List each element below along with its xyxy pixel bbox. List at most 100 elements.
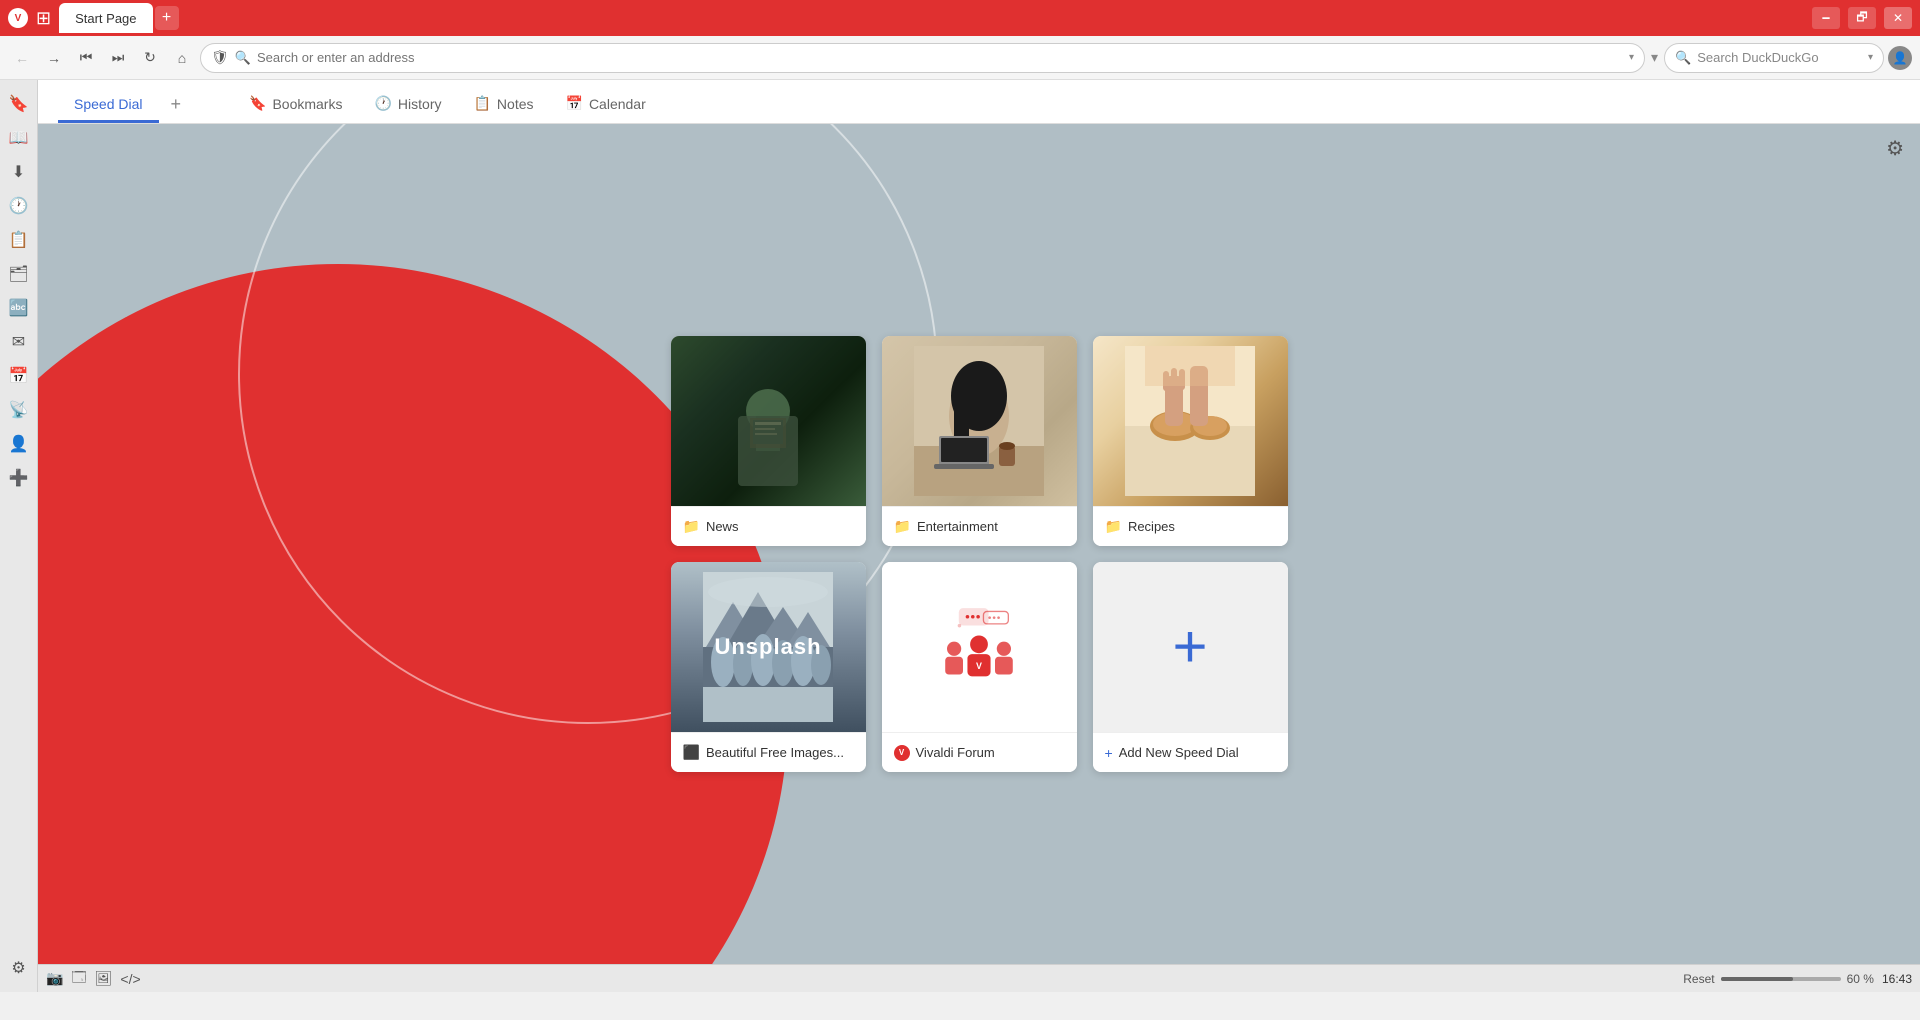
history-icon: 🕐 bbox=[374, 95, 391, 112]
unsplash-icon: ⬛ bbox=[683, 744, 700, 761]
zoom-slider[interactable] bbox=[1721, 977, 1841, 981]
search-dropdown-icon[interactable]: ▾ bbox=[1868, 52, 1873, 63]
recipes-folder-icon: 📁 bbox=[1105, 518, 1122, 535]
dial-card-news-image bbox=[671, 336, 866, 506]
tab-bar: Start Page + bbox=[59, 3, 1804, 33]
sidebar-item-downloads[interactable]: ⬇ bbox=[3, 156, 35, 188]
recipes-image-svg bbox=[1125, 346, 1255, 496]
status-window-icon[interactable]: 🗔 bbox=[71, 967, 86, 991]
dial-card-entertainment[interactable]: 📁 Entertainment bbox=[882, 336, 1077, 546]
tab-notes[interactable]: 📋 Notes bbox=[457, 87, 549, 123]
address-bar[interactable]: 🛡 🔍 ▾ bbox=[200, 43, 1645, 73]
dial-card-news[interactable]: 📁 News bbox=[671, 336, 866, 546]
dial-card-unsplash[interactable]: Unsplash ⬛ Beautiful Free Images... bbox=[671, 562, 866, 772]
close-button[interactable]: ✕ bbox=[1884, 7, 1912, 29]
speed-dial-tabs: Speed Dial + 🔖 Bookmarks 🕐 History 📋 Not… bbox=[38, 80, 1920, 124]
search-bar[interactable]: 🔍 Search DuckDuckGo ▾ bbox=[1664, 43, 1884, 73]
tab-history-label: History bbox=[398, 96, 442, 112]
sidebar-item-bookmarks[interactable]: 🔖 bbox=[3, 88, 35, 120]
sidebar: 🔖 📖 ⬇ 🕐 📋 🗂 🔤 ✉ 📅 📡 👤 ➕ ⚙ bbox=[0, 80, 38, 992]
tab-bookmarks-label: Bookmarks bbox=[272, 96, 342, 112]
sidebar-item-add[interactable]: ➕ bbox=[3, 462, 35, 494]
reset-label[interactable]: Reset bbox=[1683, 972, 1714, 986]
forward-button[interactable]: → bbox=[40, 44, 68, 72]
dial-card-recipes-label: 📁 Recipes bbox=[1093, 506, 1288, 546]
add-new-label-text: Add New Speed Dial bbox=[1119, 745, 1239, 760]
dial-card-news-label: 📁 News bbox=[671, 506, 866, 546]
status-image-icon[interactable]: 🖼 bbox=[95, 970, 113, 987]
entertainment-label-text: Entertainment bbox=[917, 519, 998, 534]
sidebar-item-calendar[interactable]: 📅 bbox=[3, 360, 35, 392]
tab-label: Start Page bbox=[75, 11, 136, 26]
sidebar-item-history[interactable]: 🕐 bbox=[3, 190, 35, 222]
unsplash-text: Unsplash bbox=[714, 634, 821, 659]
dial-card-add-new[interactable]: + + Add New Speed Dial bbox=[1093, 562, 1288, 772]
news-label-text: News bbox=[706, 519, 739, 534]
address-bar-extra-dropdown[interactable]: ▾ bbox=[1651, 49, 1658, 66]
sidebar-item-notes[interactable]: 📋 bbox=[3, 224, 35, 256]
add-new-label-icon: + bbox=[1105, 745, 1113, 761]
dial-card-entertainment-image bbox=[882, 336, 1077, 506]
dial-card-vivaldi-forum-image: V bbox=[882, 562, 1077, 732]
address-dropdown-icon[interactable]: ▾ bbox=[1629, 52, 1634, 63]
address-search-icon: 🔍 bbox=[235, 50, 251, 66]
tab-notes-label: Notes bbox=[497, 96, 534, 112]
navbar: ← → ⏮ ⏭ ↻ ⌂ 🛡 🔍 ▾ ▾ 🔍 Search DuckDuckGo … bbox=[0, 36, 1920, 80]
rewind-button[interactable]: ⏮ bbox=[72, 44, 100, 72]
sidebar-item-reading[interactable]: 📖 bbox=[3, 122, 35, 154]
status-code-icon[interactable]: </> bbox=[120, 971, 140, 987]
status-camera-icon[interactable]: 📷 bbox=[46, 970, 63, 987]
vivaldi-forum-label-text: Vivaldi Forum bbox=[916, 745, 995, 760]
entertainment-folder-icon: 📁 bbox=[894, 518, 911, 535]
sidebar-item-panels[interactable]: 🗂 bbox=[3, 258, 35, 290]
tab-start-page[interactable]: Start Page bbox=[59, 3, 152, 33]
fast-forward-button[interactable]: ⏭ bbox=[104, 44, 132, 72]
dial-card-unsplash-image: Unsplash bbox=[671, 562, 866, 732]
dial-card-unsplash-label: ⬛ Beautiful Free Images... bbox=[671, 732, 866, 772]
sidebar-item-feeds[interactable]: 📡 bbox=[3, 394, 35, 426]
vivaldi-logo: V bbox=[8, 8, 28, 28]
tab-bookmarks[interactable]: 🔖 Bookmarks bbox=[233, 87, 358, 123]
dial-card-recipes[interactable]: 📁 Recipes bbox=[1093, 336, 1288, 546]
svg-text:V: V bbox=[976, 661, 982, 671]
sidebar-item-contacts[interactable]: 👤 bbox=[3, 428, 35, 460]
tab-speed-dial-label: Speed Dial bbox=[74, 96, 143, 112]
main-layout: 🔖 📖 ⬇ 🕐 📋 🗂 🔤 ✉ 📅 📡 👤 ➕ ⚙ Speed Dial + 🔖… bbox=[0, 80, 1920, 992]
entertainment-image-svg bbox=[914, 346, 1044, 496]
speed-dial-settings-icon[interactable]: ⚙ bbox=[1886, 136, 1904, 161]
vivaldi-forum-svg: V bbox=[934, 607, 1024, 687]
tab-speed-dial[interactable]: Speed Dial bbox=[58, 88, 159, 123]
restore-button[interactable]: 🗗 bbox=[1848, 7, 1876, 29]
statusbar: 📷 🗔 🖼 </> Reset 60 % 16:43 bbox=[38, 964, 1920, 992]
back-button[interactable]: ← bbox=[8, 44, 36, 72]
minimize-button[interactable]: 🗕 bbox=[1812, 7, 1840, 29]
notes-icon: 📋 bbox=[473, 95, 490, 112]
address-input[interactable] bbox=[257, 50, 1623, 65]
sidebar-item-mail[interactable]: ✉ bbox=[3, 326, 35, 358]
content-area: Speed Dial + 🔖 Bookmarks 🕐 History 📋 Not… bbox=[38, 80, 1920, 992]
dial-card-add-new-image: + bbox=[1093, 562, 1288, 732]
dial-card-vivaldi-forum-label: V Vivaldi Forum bbox=[882, 732, 1077, 772]
dial-card-entertainment-label: 📁 Entertainment bbox=[882, 506, 1077, 546]
apps-icon[interactable]: ⊞ bbox=[36, 8, 51, 29]
sidebar-item-translate[interactable]: 🔤 bbox=[3, 292, 35, 324]
bookmarks-icon: 🔖 bbox=[249, 95, 266, 112]
speed-dial-grid: 📁 News bbox=[671, 336, 1288, 772]
home-button[interactable]: ⌂ bbox=[168, 44, 196, 72]
dial-card-vivaldi-forum[interactable]: V V Vivaldi Forum bbox=[882, 562, 1077, 772]
reload-button[interactable]: ↻ bbox=[136, 44, 164, 72]
new-tab-button[interactable]: + bbox=[155, 6, 179, 30]
window-controls: 🗕 🗗 ✕ bbox=[1812, 7, 1912, 29]
unsplash-label-text: Beautiful Free Images... bbox=[706, 745, 844, 760]
tab-calendar[interactable]: 📅 Calendar bbox=[550, 87, 662, 123]
tab-add-button[interactable]: + bbox=[159, 86, 194, 123]
tab-history[interactable]: 🕐 History bbox=[358, 87, 457, 123]
dial-card-recipes-image bbox=[1093, 336, 1288, 506]
user-avatar[interactable]: 👤 bbox=[1888, 46, 1912, 70]
add-new-plus-icon: + bbox=[1172, 617, 1207, 677]
zoom-slider-fill bbox=[1721, 977, 1793, 981]
search-placeholder: Search DuckDuckGo bbox=[1697, 50, 1818, 65]
time-label: 16:43 bbox=[1882, 972, 1912, 986]
news-image-svg bbox=[728, 376, 808, 466]
sidebar-settings[interactable]: ⚙ bbox=[3, 952, 35, 984]
